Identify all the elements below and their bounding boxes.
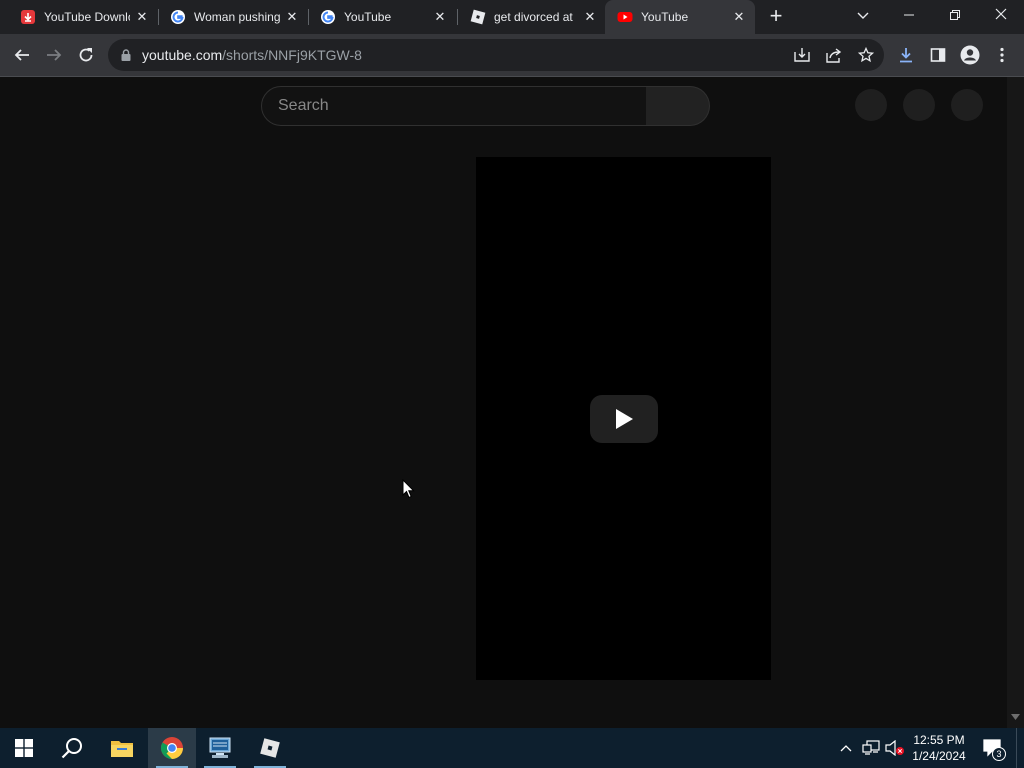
page-scrollbar[interactable] (1007, 77, 1024, 728)
download-arrow-icon (900, 48, 912, 63)
new-tab-button[interactable]: + (754, 0, 798, 30)
share-button[interactable] (820, 41, 848, 69)
bookmark-button[interactable] (852, 41, 880, 69)
volume-tray-button[interactable] (884, 728, 906, 768)
search-box[interactable] (261, 86, 647, 126)
play-icon (616, 409, 633, 429)
tab-youtube-downloader[interactable]: YouTube Downlo ✕ (8, 0, 154, 34)
google-icon (321, 10, 335, 24)
roblox-icon (470, 9, 486, 25)
show-hidden-icons-button[interactable] (836, 728, 856, 768)
google-icon (171, 10, 185, 24)
windows-taskbar: 12:55 PM 1/24/2024 3 (0, 728, 1024, 768)
tab-close-icon[interactable]: ✕ (134, 9, 150, 25)
chevron-down-icon (857, 12, 869, 19)
profile-button[interactable] (956, 41, 984, 69)
network-icon (862, 740, 880, 755)
close-icon (995, 8, 1007, 20)
tab-title: YouTube Downlo (44, 10, 130, 24)
tab-title: Woman pushing (194, 10, 280, 24)
search-button[interactable] (646, 86, 710, 126)
clock-date: 1/24/2024 (912, 749, 966, 763)
arrow-left-icon (14, 49, 29, 61)
side-panel-button[interactable] (924, 41, 952, 69)
search-icon (61, 738, 82, 759)
volume-muted-icon (885, 740, 904, 756)
download-icon (21, 10, 35, 24)
url-domain: youtube.com (142, 47, 223, 63)
folder-icon (111, 741, 133, 757)
chrome-taskbar-button[interactable] (148, 728, 196, 768)
share-icon (826, 48, 842, 63)
tab-close-icon[interactable]: ✕ (432, 9, 448, 25)
roblox-icon (260, 738, 280, 758)
youtube-shorts-page (0, 77, 1007, 728)
restore-button[interactable] (932, 0, 978, 30)
address-url: youtube.com/shorts/NNFj9KTGW-8 (142, 47, 362, 63)
tab-title: get divorced at (494, 10, 573, 24)
tab-google-youtube[interactable]: YouTube ✕ (308, 0, 454, 34)
reload-button[interactable] (72, 41, 100, 69)
show-desktop-button[interactable] (1016, 728, 1024, 768)
tab-title: YouTube (641, 10, 689, 24)
notifications-button-placeholder[interactable] (903, 89, 935, 121)
clock-time: 12:55 PM (913, 733, 965, 747)
address-bar[interactable]: youtube.com/shorts/NNFj9KTGW-8 (108, 39, 884, 71)
close-window-button[interactable] (978, 0, 1024, 30)
shorts-video-player[interactable] (476, 157, 771, 680)
windows-logo-icon (15, 739, 33, 757)
chrome-icon (161, 737, 183, 759)
chevron-up-icon (840, 745, 852, 752)
notification-count-badge: 3 (992, 747, 1006, 761)
downloads-button[interactable] (892, 41, 920, 69)
computer-settings-icon (209, 737, 231, 758)
play-button[interactable] (590, 395, 658, 443)
network-tray-button[interactable] (860, 728, 882, 768)
youtube-icon (617, 12, 633, 22)
file-explorer-button[interactable] (98, 728, 146, 768)
back-button[interactable] (8, 41, 36, 69)
install-icon (794, 48, 810, 62)
tab-roblox[interactable]: get divorced at ✕ (458, 0, 604, 34)
tab-title: YouTube (344, 10, 392, 24)
tab-strip: YouTube Downlo ✕ Woman pushing ✕ YouTube… (0, 0, 1024, 34)
install-app-button[interactable] (788, 41, 816, 69)
arrow-right-icon (47, 49, 62, 61)
tab-close-icon[interactable]: ✕ (284, 9, 300, 25)
control-panel-taskbar-button[interactable] (196, 728, 244, 768)
scroll-down-arrow-icon[interactable] (1011, 714, 1020, 720)
lock-icon[interactable] (121, 49, 131, 61)
roblox-taskbar-button[interactable] (246, 728, 294, 768)
system-clock[interactable]: 12:55 PM 1/24/2024 (906, 732, 972, 764)
mouse-cursor-icon (402, 479, 415, 499)
minimize-icon (904, 14, 914, 16)
tab-close-icon[interactable]: ✕ (582, 9, 598, 25)
restore-icon (950, 10, 960, 20)
side-panel-icon (930, 48, 946, 62)
tab-youtube-active[interactable]: YouTube ✕ (605, 0, 755, 34)
search-taskbar-button[interactable] (48, 728, 96, 768)
tab-close-icon[interactable]: ✕ (731, 9, 747, 25)
reload-icon (79, 48, 93, 62)
menu-button[interactable] (988, 41, 1016, 69)
more-vert-icon (1000, 47, 1004, 63)
search-input[interactable] (278, 96, 618, 116)
forward-button[interactable] (40, 41, 68, 69)
start-button[interactable] (0, 728, 48, 768)
url-path: /shorts/NNFj9KTGW-8 (222, 47, 362, 63)
star-icon (858, 47, 874, 63)
avatar-placeholder[interactable] (951, 89, 983, 121)
minimize-button[interactable] (886, 0, 932, 30)
action-center-button[interactable]: 3 (978, 728, 1008, 768)
browser-toolbar: youtube.com/shorts/NNFj9KTGW-8 (0, 34, 1024, 76)
create-button-placeholder[interactable] (855, 89, 887, 121)
profile-icon (960, 45, 980, 65)
tab-google-search[interactable]: Woman pushing ✕ (158, 0, 304, 34)
tab-search-button[interactable] (840, 0, 886, 30)
